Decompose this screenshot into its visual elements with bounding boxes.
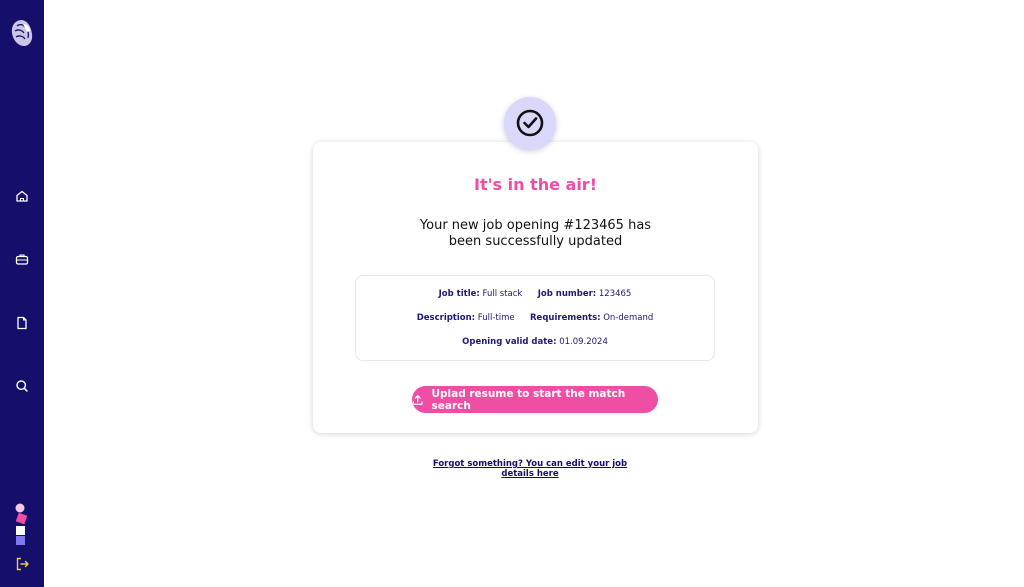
job-details-box: Job title: Full stack Job number: 123465… (355, 275, 715, 361)
lion-logo-icon[interactable] (9, 18, 35, 48)
home-icon[interactable] (14, 188, 30, 204)
requirements-label: Requirements: (530, 313, 601, 323)
job-details-row: Job title: Full stack Job number: 123465 (356, 289, 714, 299)
job-details-row: Opening valid date: 01.09.2024 (356, 337, 714, 347)
upload-resume-button[interactable]: Uplad resume to start the match search (412, 386, 658, 413)
confirmation-message: Your new job opening #123465 has been su… (419, 218, 652, 249)
description-value: Full-time (477, 313, 515, 323)
valid-date-label: Opening valid date: (462, 337, 557, 347)
document-icon[interactable] (14, 315, 30, 331)
sidebar (0, 0, 44, 587)
job-number-value: 123465 (598, 289, 632, 299)
search-icon[interactable] (14, 378, 30, 394)
upload-button-label: Uplad resume to start the match search (431, 387, 626, 412)
job-number-label: Job number: (537, 289, 597, 299)
decorative-shapes-icon (15, 503, 28, 545)
confirmation-headline: It's in the air! (474, 175, 597, 194)
upload-icon (412, 394, 423, 405)
check-circle-icon (516, 109, 544, 137)
job-details-row: Description: Full-time Requirements: On-… (356, 313, 714, 323)
valid-date-value: 01.09.2024 (559, 337, 608, 347)
briefcase-icon[interactable] (14, 251, 30, 267)
success-badge (504, 97, 556, 149)
job-title-label: Job title: (438, 289, 480, 299)
edit-job-details-link[interactable]: Forgot something? You can edit your job … (426, 459, 634, 479)
job-title-value: Full stack (482, 289, 523, 299)
requirements-value: On-demand (603, 313, 654, 323)
logout-icon[interactable] (15, 556, 31, 572)
confirmation-card: It's in the air! Your new job opening #1… (313, 142, 758, 433)
description-label: Description: (416, 313, 476, 323)
